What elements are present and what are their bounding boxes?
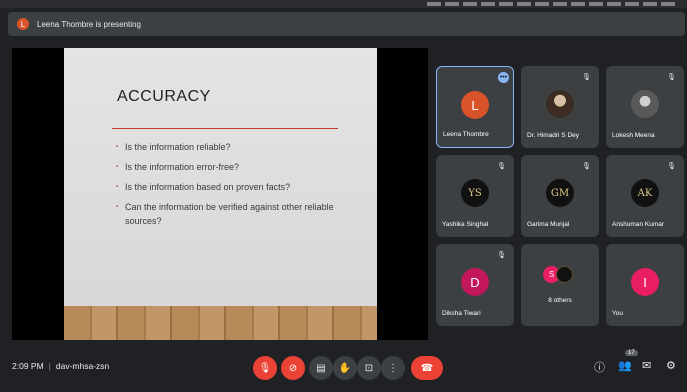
slide-bullet: Is the information error-free? bbox=[116, 160, 356, 174]
present-icon[interactable]: ⊡ bbox=[357, 356, 381, 380]
meeting-code: dav-mhsa-zsn bbox=[55, 361, 110, 371]
mic-off-icon: 🎙 bbox=[582, 74, 591, 81]
participant-tile-lokesh[interactable]: 🎙 Lokesh Meena bbox=[606, 66, 684, 148]
participant-count-badge: 17 bbox=[625, 350, 638, 356]
mic-off-icon: 🎙 bbox=[667, 163, 676, 170]
camera-off-icon[interactable]: ⊘ bbox=[281, 356, 305, 380]
participant-name: Lokesh Meena bbox=[612, 132, 655, 139]
participant-tile-leena[interactable]: ••• L Leena Thombre bbox=[436, 66, 514, 148]
meeting-info: 2:09 PM | dav-mhsa-zsn bbox=[12, 361, 110, 371]
mic-off-icon: 🎙 bbox=[667, 74, 676, 81]
participant-tile-you[interactable]: I You bbox=[606, 244, 684, 326]
top-decoration bbox=[427, 2, 677, 6]
end-call-icon[interactable]: ☎ bbox=[411, 356, 443, 380]
avatar: AK bbox=[631, 179, 659, 207]
more-options-icon[interactable]: ••• bbox=[498, 72, 509, 83]
slide-bullet: Is the information reliable? bbox=[116, 140, 356, 154]
participant-name: 8 others bbox=[548, 297, 572, 304]
avatar bbox=[556, 266, 573, 283]
participant-name: Diksha Tiwari bbox=[442, 310, 481, 317]
participant-name: Garima Munjal bbox=[527, 221, 570, 228]
avatar bbox=[546, 90, 574, 118]
presentation-stage: ACCURACY Is the information reliable? Is… bbox=[12, 48, 428, 340]
mic-off-icon[interactable]: 🎙 bbox=[253, 356, 277, 380]
slide-bullets: Is the information reliable? Is the info… bbox=[116, 140, 356, 234]
participant-tile-yashika[interactable]: 🎙 YS Yashika Singhal bbox=[436, 155, 514, 237]
participant-name: Anshuman Kumar bbox=[612, 221, 665, 228]
raise-hand-icon[interactable]: ✋ bbox=[333, 356, 357, 380]
slide-title: ACCURACY bbox=[117, 88, 211, 105]
mic-off-icon: 🎙 bbox=[497, 252, 506, 259]
slide-bullet: Is the information based on proven facts… bbox=[116, 180, 356, 194]
slide-divider bbox=[112, 128, 338, 129]
participant-name: You bbox=[612, 310, 623, 317]
participant-tile-garima[interactable]: 🎙 GM Garima Munjal bbox=[521, 155, 599, 237]
avatar bbox=[631, 90, 659, 118]
avatar: I bbox=[631, 268, 659, 296]
presenter-banner: L Leena Thombre is presenting bbox=[8, 12, 685, 36]
captions-icon[interactable]: ▤ bbox=[309, 356, 333, 380]
avatar: GM bbox=[546, 179, 574, 207]
more-vert-icon[interactable]: ⋮ bbox=[381, 356, 405, 380]
slide-bullet: Can the information be verified against … bbox=[116, 200, 356, 228]
participant-name: Yashika Singhal bbox=[442, 221, 489, 228]
top-strip bbox=[0, 0, 687, 8]
avatar: YS bbox=[461, 179, 489, 207]
bottom-bar: 2:09 PM | dav-mhsa-zsn 🎙 ⊘ ▤ ✋ ⊡ ⋮ ☎ ⓘ 👥 1… bbox=[0, 350, 687, 392]
avatar: L bbox=[461, 91, 489, 119]
participant-tile-others[interactable]: S 8 others bbox=[521, 244, 599, 326]
chat-icon[interactable]: ✉ bbox=[642, 359, 651, 372]
info-icon[interactable]: ⓘ bbox=[594, 359, 605, 375]
slide: ACCURACY Is the information reliable? Is… bbox=[64, 48, 377, 340]
presenter-avatar: L bbox=[17, 18, 29, 30]
participant-name: Dr. Himadri S Dey bbox=[527, 132, 580, 139]
mic-off-icon: 🎙 bbox=[497, 163, 506, 170]
others-avatars: S bbox=[543, 266, 577, 284]
clock: 2:09 PM bbox=[12, 361, 44, 371]
slide-floor-image bbox=[64, 306, 377, 340]
participant-name: Leena Thombre bbox=[443, 131, 489, 138]
activities-icon[interactable]: ⚙ bbox=[666, 359, 676, 372]
presenter-text: Leena Thombre is presenting bbox=[37, 19, 141, 29]
avatar: D bbox=[461, 268, 489, 296]
participant-tile-anshuman[interactable]: 🎙 AK Anshuman Kumar bbox=[606, 155, 684, 237]
mic-off-icon: 🎙 bbox=[582, 163, 591, 170]
participant-tile-diksha[interactable]: 🎙 D Diksha Tiwari bbox=[436, 244, 514, 326]
participant-tile-himadri[interactable]: 🎙 Dr. Himadri S Dey bbox=[521, 66, 599, 148]
people-icon[interactable]: 👥 bbox=[618, 359, 632, 372]
